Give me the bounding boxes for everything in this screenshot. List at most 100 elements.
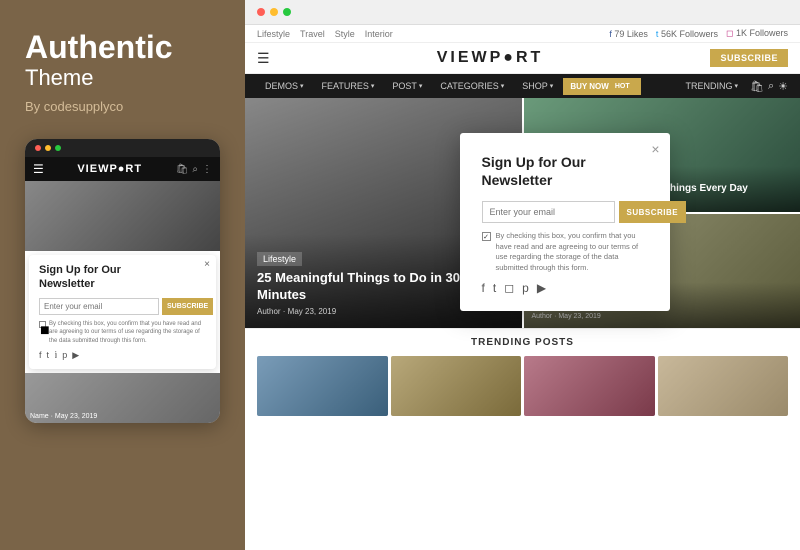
nav-link-travel[interactable]: Travel xyxy=(300,29,325,39)
mobile-hero-image xyxy=(25,181,220,251)
twitter-icon: t xyxy=(656,29,659,39)
popup-youtube-icon[interactable]: ▶ xyxy=(537,281,546,295)
top-bar: Lifestyle Travel Style Interior f 79 Lik… xyxy=(245,25,800,43)
desktop-mockup: Lifestyle Travel Style Interior f 79 Lik… xyxy=(245,0,800,550)
mobile-hero xyxy=(25,181,220,251)
popup-close-button[interactable]: × xyxy=(651,141,659,157)
categories-arrow: ▾ xyxy=(501,82,505,90)
mobile-nav-bar: ☰ VIEWP●RT 🛍 ⌕ ⋮ xyxy=(25,157,220,181)
mobile-dot-red xyxy=(35,145,41,151)
checkbox-check: ✓ xyxy=(483,233,489,241)
mobile-subscribe-button[interactable]: SUBSCRIBE xyxy=(162,298,213,315)
mobile-popup-title: Sign Up for Our Newsletter xyxy=(39,263,173,292)
mobile-email-input[interactable] xyxy=(39,298,159,315)
mobile-checkbox-text: By checking this box, you confirm that y… xyxy=(49,320,206,345)
trending-item-2[interactable] xyxy=(391,356,522,416)
popup-checkbox-row: ✓ By checking this box, you confirm that… xyxy=(482,231,648,273)
nav-shop[interactable]: SHOP ▾ xyxy=(514,74,561,98)
site-logo: VIEWP●RT xyxy=(270,49,711,67)
nav-link-style[interactable]: Style xyxy=(335,29,355,39)
nav-post[interactable]: POST ▾ xyxy=(384,74,430,98)
desktop-dot-yellow xyxy=(270,8,278,16)
popup-email-row: SUBSCRIBE xyxy=(482,201,648,223)
mobile-logo: VIEWP●RT xyxy=(52,163,168,175)
popup-checkbox-text: By checking this box, you confirm that y… xyxy=(496,231,648,273)
hot-badge: HOT xyxy=(611,82,634,91)
mobile-bottom-caption: Name · May 23, 2019 xyxy=(30,413,97,420)
trending-section: TRENDING POSTS xyxy=(245,328,800,422)
features-arrow: ▾ xyxy=(371,82,375,90)
desktop-dot-green xyxy=(283,8,291,16)
left-panel: Authentic Theme By codesupplyco ☰ VIEWP●… xyxy=(0,0,245,550)
post-arrow: ▾ xyxy=(419,82,423,90)
mobile-bag-icon: 🛍 xyxy=(176,164,189,175)
instagram-icon: ◻ xyxy=(726,28,733,38)
popup-checkbox[interactable]: ✓ xyxy=(482,232,491,241)
theme-author: By codesupplyco xyxy=(25,99,220,114)
popup-subscribe-button[interactable]: SUBSCRIBE xyxy=(619,201,687,223)
side-bottom-meta: Author · May 23, 2019 xyxy=(532,313,793,320)
mobile-dot-green xyxy=(55,145,61,151)
trending-item-1[interactable] xyxy=(257,356,388,416)
nav-link-lifestyle[interactable]: Lifestyle xyxy=(257,29,290,39)
mobile-checkbox[interactable]: ■ xyxy=(39,321,46,328)
mobile-facebook-icon[interactable]: f xyxy=(39,350,42,360)
nav-trending[interactable]: TRENDING ▾ xyxy=(677,74,746,98)
mobile-social-row: f t 𝕚 p ▶ xyxy=(39,350,206,361)
mobile-popup-close-button[interactable]: × xyxy=(204,259,210,270)
main-nav: DEMOS ▾ FEATURES ▾ POST ▾ CATEGORIES ▾ S… xyxy=(245,74,800,98)
popup-email-input[interactable] xyxy=(482,201,615,223)
logo-bar: ☰ VIEWP●RT SUBSCRIBE xyxy=(245,43,800,74)
mobile-mockup: ☰ VIEWP●RT 🛍 ⌕ ⋮ × Sign Up for Our Newsl… xyxy=(25,139,220,423)
desktop-dot-red xyxy=(257,8,265,16)
mobile-more-icon: ⋮ xyxy=(202,164,212,175)
mobile-window-bar xyxy=(25,139,220,157)
trending-title: TRENDING POSTS xyxy=(257,337,788,348)
mobile-dot-yellow xyxy=(45,145,51,151)
facebook-icon: f xyxy=(609,29,612,39)
trending-item-3[interactable] xyxy=(524,356,655,416)
demos-arrow: ▾ xyxy=(300,82,304,90)
more-icon[interactable]: ☀ xyxy=(778,80,788,93)
mobile-twitter-icon[interactable]: t xyxy=(47,350,50,360)
cart-icon[interactable]: 🛍 xyxy=(750,80,764,93)
nav-demos[interactable]: DEMOS ▾ xyxy=(257,74,312,98)
mobile-email-row: SUBSCRIBE xyxy=(39,298,206,315)
mobile-search-icon: ⌕ xyxy=(192,164,198,175)
mobile-youtube-icon[interactable]: ▶ xyxy=(72,350,79,361)
popup-title: Sign Up for Our Newsletter xyxy=(482,153,648,189)
top-nav-links: Lifestyle Travel Style Interior xyxy=(257,29,609,39)
mobile-nav-icons: 🛍 ⌕ ⋮ xyxy=(176,164,212,175)
popup-pinterest-icon[interactable]: p xyxy=(522,281,529,295)
newsletter-popup: × Sign Up for Our Newsletter SUBSCRIBE ✓… xyxy=(460,133,670,311)
shop-arrow: ▾ xyxy=(550,82,554,90)
popup-twitter-icon[interactable]: t xyxy=(493,281,496,295)
subscribe-button[interactable]: SUBSCRIBE xyxy=(710,49,788,67)
content-area: Lifestyle 25 Meaningful Things to Do in … xyxy=(245,98,800,550)
mobile-pinterest-icon[interactable]: p xyxy=(62,350,67,360)
trending-item-4[interactable] xyxy=(658,356,789,416)
instagram-count: ◻ 1K Followers xyxy=(726,28,788,39)
nav-categories[interactable]: CATEGORIES ▾ xyxy=(432,74,512,98)
theme-title: Authentic Theme xyxy=(25,30,220,97)
hero-category: Lifestyle xyxy=(257,252,302,266)
right-panel: Lifestyle Travel Style Interior f 79 Lik… xyxy=(245,0,800,550)
title-authentic: Authentic xyxy=(25,30,220,65)
desktop-window-bar xyxy=(245,0,800,25)
hamburger-icon[interactable]: ☰ xyxy=(257,50,270,67)
popup-social-row: f t ◻ p ▶ xyxy=(482,281,648,295)
nav-link-interior[interactable]: Interior xyxy=(365,29,393,39)
mobile-instagram-icon[interactable]: 𝕚 xyxy=(54,350,57,361)
popup-facebook-icon[interactable]: f xyxy=(482,281,485,295)
mobile-bottom-image: Name · May 23, 2019 xyxy=(25,373,220,423)
trending-arrow: ▾ xyxy=(734,82,738,90)
nav-right: TRENDING ▾ 🛍 ⌕ ☀ xyxy=(677,74,788,98)
mobile-newsletter-popup: × Sign Up for Our Newsletter SUBSCRIBE ■… xyxy=(29,255,216,369)
trending-grid xyxy=(257,356,788,416)
nav-features[interactable]: FEATURES ▾ xyxy=(314,74,383,98)
mobile-hamburger-icon: ☰ xyxy=(33,162,44,176)
nav-buy-now[interactable]: BUY NOW HOT xyxy=(563,78,640,95)
popup-instagram-icon[interactable]: ◻ xyxy=(504,281,514,295)
title-theme: Theme xyxy=(25,65,220,91)
search-icon[interactable]: ⌕ xyxy=(768,80,774,93)
